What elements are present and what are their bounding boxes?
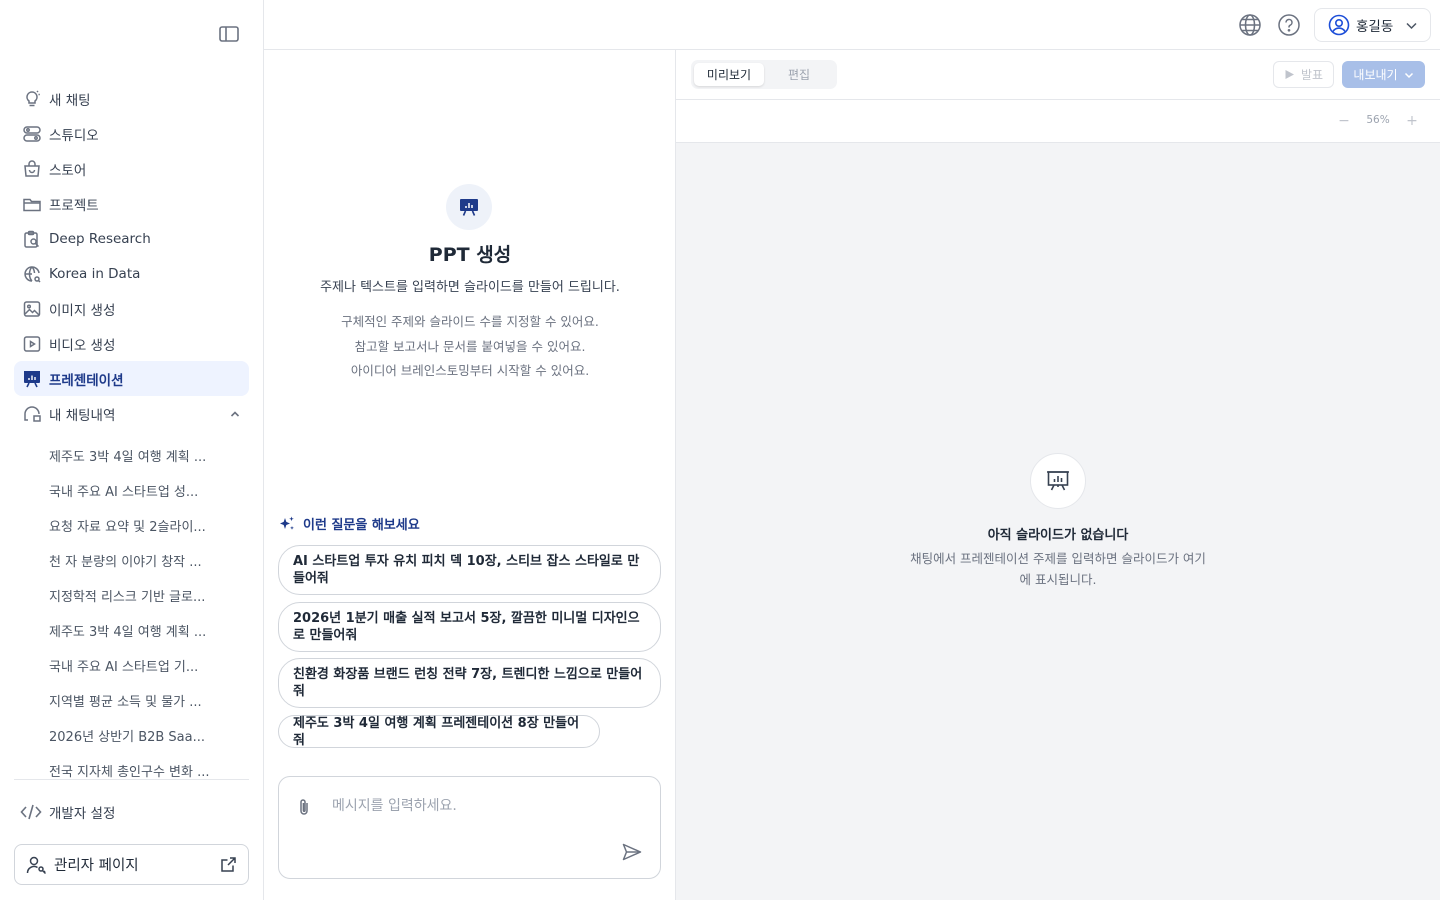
sidebar-item-image-generation[interactable]: 이미지 생성 [14,291,249,326]
sidebar-item-label: 새 채팅 [49,92,91,109]
export-label: 내보내기 [1353,68,1398,82]
user-avatar-icon [1328,14,1350,36]
sidebar-item-label: 프레젠테이션 [49,372,124,389]
history-item[interactable]: 전국 지자체 총인구수 변화 ... [14,753,249,779]
play-icon [1284,69,1295,80]
export-button[interactable]: 내보내기 [1342,61,1425,88]
ppt-subtitle: 주제나 텍스트를 입력하면 슬라이드를 만들어 드립니다. [320,280,620,295]
presentation-icon [22,369,42,389]
sidebar-item-label: Deep Research [49,230,151,247]
admin-page-button[interactable]: 관리자 페이지 [14,844,249,885]
sidebar: 새 채팅 스튜디오 스토어 프로젝트 Deep Research Korea i… [0,0,264,900]
chevron-down-icon [1404,70,1414,80]
ppt-tip: 구체적인 주제와 슬라이드 수를 지정할 수 있어요. [341,314,599,329]
clipboard-search-icon [22,229,42,249]
sidebar-item-label: 스토어 [49,162,87,179]
globe-search-icon [22,264,42,284]
chevron-down-icon [1405,19,1418,32]
top-bar: 홍길동 [264,0,1440,50]
sidebar-item-store[interactable]: 스토어 [14,151,249,186]
user-menu-button[interactable]: 홍길동 [1314,8,1431,42]
sidebar-item-studio[interactable]: 스튜디오 [14,116,249,151]
sidebar-item-label: 내 채팅내역 [49,407,116,424]
sidebar-item-label: 프로젝트 [49,197,99,214]
sidebar-item-projects[interactable]: 프로젝트 [14,186,249,221]
view-mode-switch: 미리보기 편집 [691,60,837,89]
zoom-bar: − 56% + [676,100,1440,143]
external-link-icon [220,856,237,873]
developer-settings-link[interactable]: 개발자 설정 [14,795,249,829]
chevron-up-icon[interactable] [229,408,241,420]
zoom-out-button[interactable]: − [1335,112,1353,130]
sidebar-toggle-icon[interactable] [218,24,240,44]
present-button[interactable]: 발표 [1273,61,1334,88]
history-item[interactable]: 지정학적 리스크 기반 글로... [14,578,249,613]
ppt-tip: 참고할 보고서나 문서를 붙여넣을 수 있어요. [354,338,586,354]
sidebar-item-chat-history[interactable]: 내 채팅내역 [14,396,249,431]
developer-settings-label: 개발자 설정 [49,806,116,822]
empty-state-title: 아직 슬라이드가 없습니다 [987,528,1129,543]
message-input[interactable] [332,793,632,819]
history-item[interactable]: 지역별 평균 소득 및 물가 ... [14,683,249,718]
suggestions-heading-label: 이런 질문을 해보세요 [303,518,420,533]
sidebar-item-korea-in-data[interactable]: Korea in Data [14,256,249,291]
sidebar-item-new-chat[interactable]: 새 채팅 [14,81,249,116]
help-icon[interactable] [1277,13,1301,37]
ppt-tip: 아이디어 브레인스토밍부터 시작할 수 있어요. [350,363,590,378]
history-item[interactable]: 국내 주요 AI 스타트업 기... [14,648,249,683]
chat-panel: PPT 생성 주제나 텍스트를 입력하면 슬라이드를 만들어 드립니다. 구체적… [264,50,676,900]
history-item[interactable]: 요청 자료 요약 및 2슬라이... [14,508,249,543]
code-icon [20,802,42,822]
sidebar-nav: 새 채팅 스튜디오 스토어 프로젝트 Deep Research Korea i… [14,81,249,431]
preview-toolbar: 미리보기 편집 발표 내보내기 [676,50,1440,100]
ppt-title: PPT 생성 [428,244,512,266]
history-item[interactable]: 천 자 분량의 이야기 창작 ... [14,543,249,578]
chat-history-icon [22,404,42,424]
suggestion-chip[interactable]: 제주도 3박 4일 여행 계획 프레젠테이션 8장 만들어줘 [278,715,600,748]
present-label: 발표 [1300,68,1324,82]
admin-page-label: 관리자 페이지 [54,858,139,874]
globe-icon[interactable] [1238,13,1262,37]
history-item[interactable]: 2026년 상반기 B2B Saa... [14,718,249,753]
send-icon[interactable] [621,841,643,863]
suggestion-chip[interactable]: 2026년 1분기 매출 실적 보고서 5장, 깔끔한 미니멀 디자인으로 만들… [278,602,661,652]
sidebar-item-label: Korea in Data [49,265,141,282]
empty-presentation-icon [1030,453,1086,509]
sidebar-item-deep-research[interactable]: Deep Research [14,221,249,256]
ppt-hero-icon [446,184,492,230]
sidebar-item-label: 스튜디오 [49,127,99,144]
suggestion-chip[interactable]: 친환경 화장품 브랜드 런칭 전략 7장, 트렌디한 느낌으로 만들어줘 [278,658,661,708]
sidebar-item-presentation[interactable]: 프레젠테이션 [14,361,249,396]
zoom-level: 56% [1366,114,1390,126]
sidebar-item-video-generation[interactable]: 비디오 생성 [14,326,249,361]
user-name: 홍길동 [1356,19,1394,35]
chat-history-list: 제주도 3박 4일 여행 계획 ... 국내 주요 AI 스타트업 성... 요… [14,438,249,780]
store-bag-icon [22,159,42,179]
ppt-tips: 구체적인 주제와 슬라이드 수를 지정할 수 있어요. 참고할 보고서나 문서를… [264,310,676,384]
studio-icon [22,124,42,144]
sidebar-item-label: 이미지 생성 [49,302,116,319]
folder-icon [22,194,42,214]
image-icon [22,299,42,319]
empty-state-description: 채팅에서 프레젠테이션 주제를 입력하면 슬라이드가 여기에 표시됩니다. [910,551,1206,587]
tab-edit[interactable]: 편집 [764,63,834,86]
history-item[interactable]: 제주도 3박 4일 여행 계획 ... [14,613,249,648]
sidebar-item-label: 비디오 생성 [49,337,116,354]
preview-panel: 미리보기 편집 발표 내보내기 − 56% + 아직 슬라이드가 없습니다 채팅… [676,50,1440,900]
history-item[interactable]: 국내 주요 AI 스타트업 성... [14,473,249,508]
sparkle-icon [278,515,296,533]
video-icon [22,334,42,354]
history-item[interactable]: 제주도 3박 4일 여행 계획 ... [14,438,249,473]
message-composer [278,776,661,879]
zoom-in-button[interactable]: + [1403,112,1421,130]
user-key-icon [25,854,47,876]
suggestions-heading: 이런 질문을 해보세요 [278,514,420,533]
suggestion-chip[interactable]: AI 스타트업 투자 유치 피치 덱 10장, 스티브 잡스 스타일로 만들어줘 [278,545,661,595]
chat-bulb-icon [22,89,42,109]
paperclip-icon[interactable] [295,797,313,817]
tab-preview[interactable]: 미리보기 [694,63,764,86]
